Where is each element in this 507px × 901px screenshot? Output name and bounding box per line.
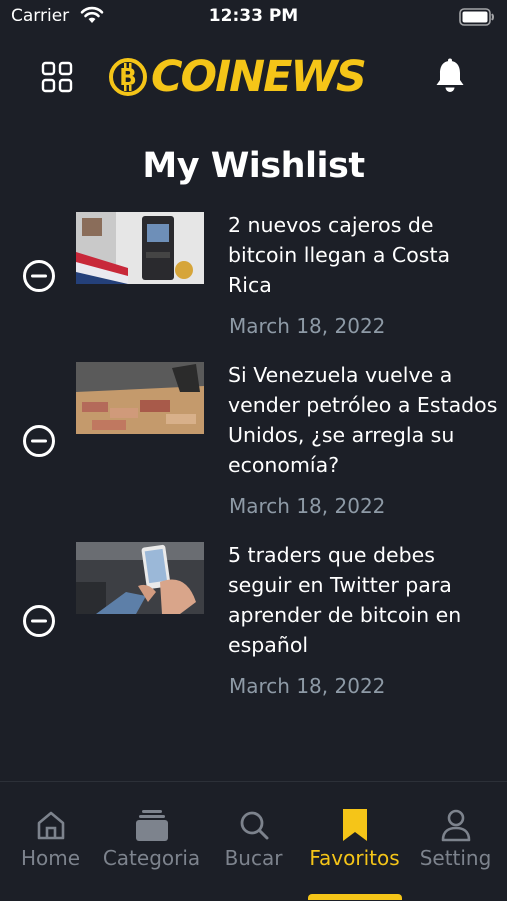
status-bar: Carrier 12:33 PM <box>0 0 507 34</box>
tab-home[interactable]: Home <box>0 782 101 901</box>
phone-hand-image[interactable] <box>76 542 204 614</box>
bitcoin-atm-image[interactable] <box>76 212 204 284</box>
article-date: March 18, 2022 <box>229 314 386 338</box>
remove-circle-icon[interactable] <box>22 259 56 293</box>
logo-wordmark: COINEWS <box>151 52 367 102</box>
tab-favoritos[interactable]: Favoritos <box>304 782 405 901</box>
article-title[interactable]: 2 nuevos cajeros de bitcoin llegan a Cos… <box>228 210 498 300</box>
clock: 12:33 PM <box>208 6 299 26</box>
money-piles-image[interactable] <box>76 362 204 434</box>
bell-icon[interactable] <box>433 58 467 94</box>
active-tab-indicator <box>308 894 402 900</box>
svg-text:B: B <box>119 65 137 91</box>
grid-menu-icon[interactable] <box>40 60 74 94</box>
tab-label: Setting <box>419 846 492 870</box>
page-title: My Wishlist <box>142 146 365 186</box>
tab-bucar[interactable]: Bucar <box>203 782 304 901</box>
tab-setting[interactable]: Setting <box>405 782 506 901</box>
person-icon <box>441 809 470 842</box>
remove-circle-icon[interactable] <box>22 424 56 458</box>
article-date: March 18, 2022 <box>229 674 386 698</box>
battery-icon <box>459 8 494 26</box>
article-title[interactable]: 5 traders que debes seguir en Twitter pa… <box>228 540 498 660</box>
article-date: March 18, 2022 <box>229 494 386 518</box>
tab-bar: Home Categoria Bucar Favoritos Setting <box>0 781 507 901</box>
app-logo: B COINEWS <box>108 52 367 102</box>
article-title[interactable]: Si Venezuela vuelve a vender petróleo a … <box>228 360 498 480</box>
bookmark-icon <box>342 809 367 841</box>
bitcoin-logo-icon: B <box>109 58 147 96</box>
remove-circle-icon[interactable] <box>22 604 56 638</box>
tab-categoria[interactable]: Categoria <box>101 782 202 901</box>
home-icon <box>37 811 64 840</box>
app-header: B COINEWS <box>0 48 507 106</box>
stack-icon <box>135 810 168 841</box>
search-icon <box>240 811 268 840</box>
